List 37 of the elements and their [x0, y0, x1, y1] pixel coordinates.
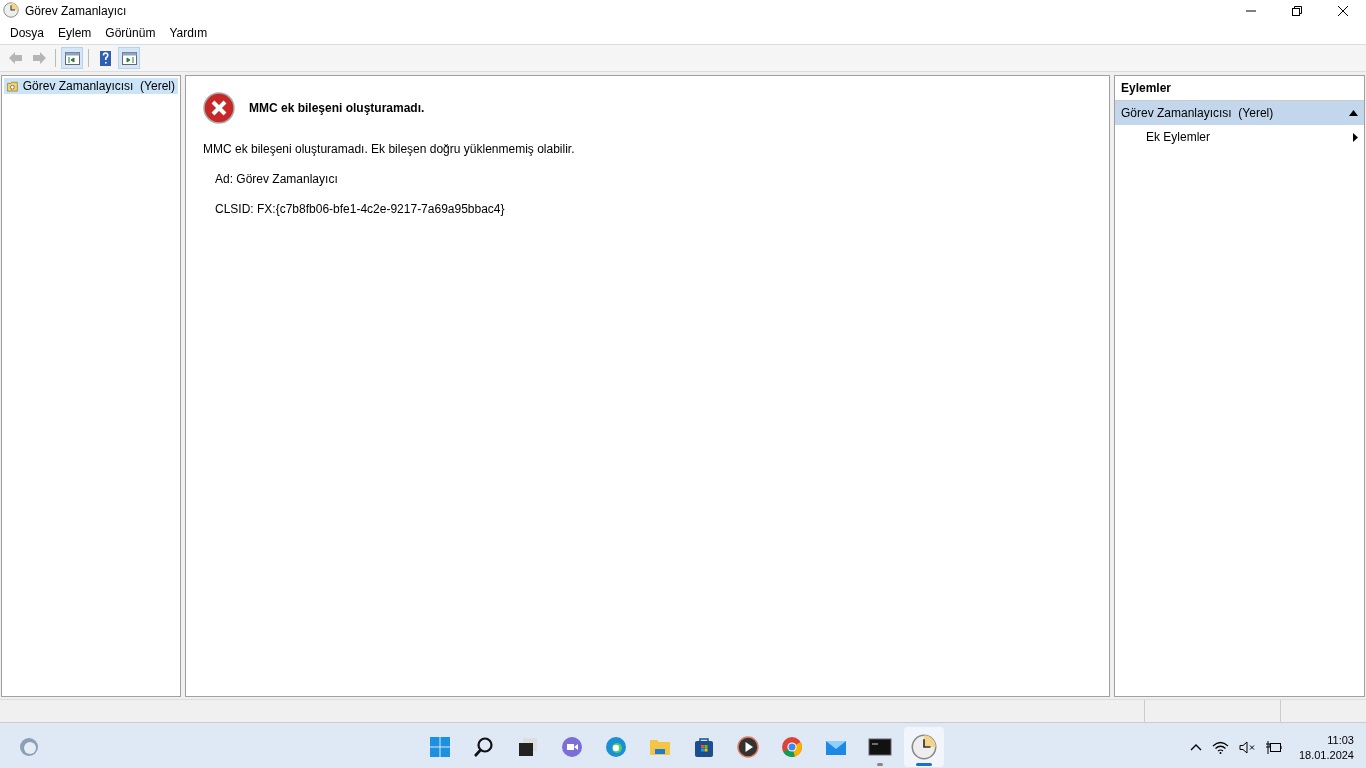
collapse-arrow-icon — [1349, 110, 1358, 116]
menu-item[interactable]: Yardım — [162, 22, 215, 44]
chevron-up-icon[interactable] — [1189, 743, 1202, 751]
action-item[interactable]: Ek Eylemler — [1115, 125, 1364, 149]
wifi-icon[interactable] — [1211, 740, 1229, 754]
error-icon — [203, 92, 235, 124]
terminal-icon — [868, 735, 892, 759]
action-toggle-icon — [120, 49, 138, 67]
forward-icon — [30, 49, 48, 67]
tree-toggle-button[interactable] — [61, 47, 83, 69]
folder-icon — [7, 79, 18, 93]
clock-taskbar-button[interactable] — [904, 727, 944, 767]
task-view-icon — [516, 735, 540, 759]
error-title: MMC ek bileşeni oluşturamadı. — [249, 101, 425, 115]
player-icon — [736, 735, 760, 759]
tree-toggle-icon — [63, 49, 81, 67]
clock-time[interactable]: 11:03 — [1327, 733, 1354, 746]
tree-item[interactable]: Görev Zamanlayıcısı (Yerel) — [4, 78, 178, 94]
clock-date[interactable]: 18.01.2024 — [1298, 748, 1354, 761]
store-icon — [692, 735, 716, 759]
error-message: MMC ek bileşeni oluşturamadı. Ek bileşen doğru yüklenmemiş olabilir. — [203, 142, 576, 156]
submenu-arrow-icon — [1353, 132, 1358, 142]
error-detail: CLSID: FX:{c7b8fb06-bfe1-4c2e-9217-7a69a95bbac4} — [215, 202, 506, 216]
close-icon — [1338, 6, 1348, 16]
action-toggle-button[interactable] — [118, 47, 140, 69]
app-icon — [3, 1, 19, 21]
action-group-header[interactable]: Görev Zamanlayıcısı (Yerel) — [1115, 101, 1364, 125]
window-title: Görev Zamanlayıcı — [25, 4, 127, 18]
clock-icon — [911, 734, 937, 760]
menu-item[interactable]: Dosya — [3, 22, 51, 44]
menu-item[interactable]: Eylem — [51, 22, 99, 44]
battery-icon[interactable] — [1265, 740, 1283, 754]
error-detail: Ad: Görev Zamanlayıcı — [215, 172, 339, 186]
muted-speaker-icon[interactable] — [1238, 740, 1256, 754]
menu-item[interactable]: Görünüm — [98, 22, 163, 44]
restore-icon — [1292, 6, 1302, 16]
start-icon — [428, 735, 452, 759]
